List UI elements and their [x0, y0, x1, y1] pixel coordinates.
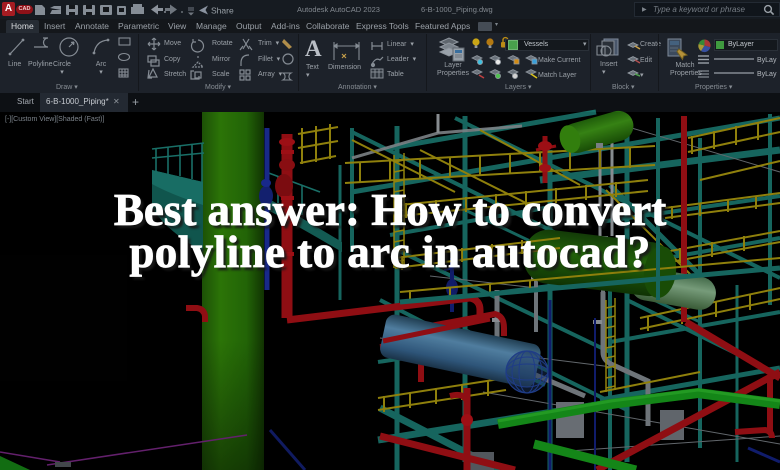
svg-text:ByLay: ByLay: [757, 57, 777, 64]
svg-text:ByLay: ByLay: [757, 71, 777, 78]
svg-text:Share: Share: [211, 6, 234, 16]
